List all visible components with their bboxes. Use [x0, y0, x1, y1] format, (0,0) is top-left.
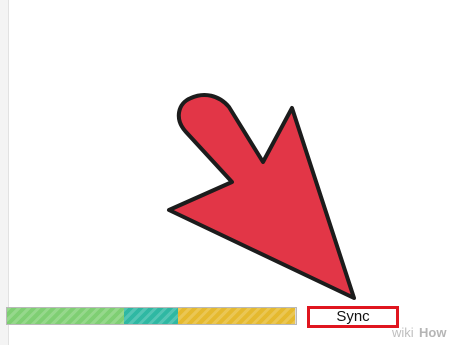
arrow-shape — [167, 93, 356, 300]
sync-button[interactable]: Sync — [307, 306, 399, 328]
red-arrow-pointer-icon — [167, 93, 356, 300]
window-top-strip — [9, 0, 460, 6]
storage-capacity-bar — [6, 307, 297, 325]
wikihow-watermark: wiki How — [392, 325, 447, 340]
screenshot-stage: Sync wiki How — [0, 0, 460, 345]
capacity-segment-green — [7, 308, 124, 324]
window-left-edge — [0, 0, 9, 345]
capacity-segment-teal — [124, 308, 178, 324]
capacity-segment-yellow — [178, 308, 295, 324]
svg-text:wiki: wiki — [392, 325, 414, 340]
svg-text:How: How — [419, 325, 447, 340]
capacity-segment-free — [295, 308, 296, 324]
